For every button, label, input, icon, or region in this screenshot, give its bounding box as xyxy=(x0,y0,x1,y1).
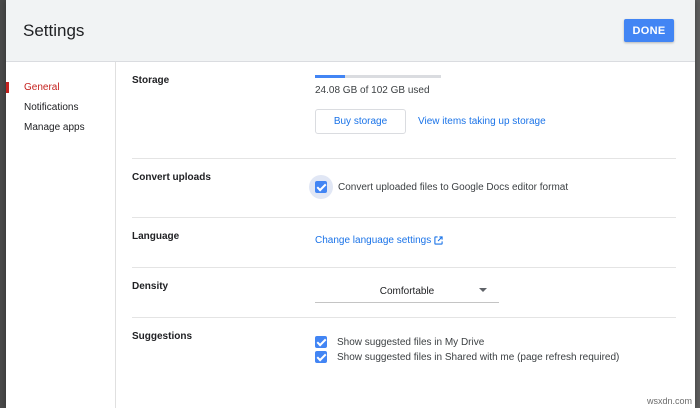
storage-usage-bar xyxy=(315,75,441,78)
dropdown-arrow-icon xyxy=(479,288,487,292)
sidebar-item-general[interactable]: General xyxy=(6,81,115,101)
suggestions-label: Suggestions xyxy=(132,331,193,342)
suggest-my-drive-label: Show suggested files in My Drive xyxy=(337,336,485,348)
settings-dialog: Settings DONE General Notifications Mana… xyxy=(6,0,695,408)
storage-used-text: 24.08 GB of 102 GB used xyxy=(315,85,430,96)
density-label: Density xyxy=(132,281,169,292)
suggestion-option-my-drive: Show suggested files in My Drive xyxy=(315,336,676,348)
suggestions-setting: Show suggested files in My Drive Show su… xyxy=(315,318,676,380)
suggestion-option-shared: Show suggested files in Shared with me (… xyxy=(315,351,676,363)
storage-actions: Buy storage View items taking up storage xyxy=(315,109,676,134)
storage-row: Storage 24.08 GB of 102 GB used Buy stor… xyxy=(132,62,676,159)
settings-content: Storage 24.08 GB of 102 GB used Buy stor… xyxy=(116,62,695,408)
dialog-header: Settings DONE xyxy=(6,0,695,62)
watermark-text: wsxdn.com xyxy=(646,396,692,406)
language-setting: Change language settings xyxy=(315,218,676,267)
language-row: Language Change language settings xyxy=(132,218,676,268)
view-storage-link[interactable]: View items taking up storage xyxy=(418,116,546,127)
storage-setting: 24.08 GB of 102 GB used Buy storage View… xyxy=(315,62,676,158)
suggest-shared-checkbox[interactable] xyxy=(315,351,327,363)
density-row: Density Comfortable xyxy=(132,268,676,318)
suggest-shared-label: Show suggested files in Shared with me (… xyxy=(337,351,620,363)
density-selected-value: Comfortable xyxy=(379,285,435,297)
storage-usage-fill xyxy=(315,75,345,78)
screen: Settings DONE General Notifications Mana… xyxy=(0,0,700,408)
settings-sidebar: General Notifications Manage apps xyxy=(6,62,116,408)
convert-uploads-label: Convert uploads xyxy=(132,172,211,183)
dialog-title: Settings xyxy=(23,20,85,40)
convert-uploads-checkbox[interactable] xyxy=(315,181,327,193)
language-label: Language xyxy=(132,231,180,242)
density-setting: Comfortable xyxy=(315,268,676,317)
suggest-my-drive-checkbox[interactable] xyxy=(315,336,327,348)
convert-uploads-row: Convert uploads Convert uploaded files t… xyxy=(132,159,676,218)
external-link-icon[interactable] xyxy=(434,236,443,245)
buy-storage-button[interactable]: Buy storage xyxy=(315,109,406,134)
convert-uploads-checkbox-label: Convert uploaded files to Google Docs ed… xyxy=(338,181,569,193)
sidebar-item-manage-apps[interactable]: Manage apps xyxy=(6,121,115,141)
change-language-link[interactable]: Change language settings xyxy=(315,235,431,246)
storage-label: Storage xyxy=(132,75,170,86)
convert-uploads-setting: Convert uploaded files to Google Docs ed… xyxy=(309,159,676,217)
convert-uploads-option: Convert uploaded files to Google Docs ed… xyxy=(309,175,676,199)
density-dropdown[interactable]: Comfortable xyxy=(315,280,499,303)
dialog-body: General Notifications Manage apps Storag… xyxy=(6,62,695,408)
done-button[interactable]: DONE xyxy=(624,19,674,42)
checkbox-focus-halo xyxy=(309,175,333,199)
language-link-line: Change language settings xyxy=(315,235,676,246)
suggestions-row: Suggestions Show suggested files in My D… xyxy=(132,318,676,380)
sidebar-item-notifications[interactable]: Notifications xyxy=(6,101,115,121)
